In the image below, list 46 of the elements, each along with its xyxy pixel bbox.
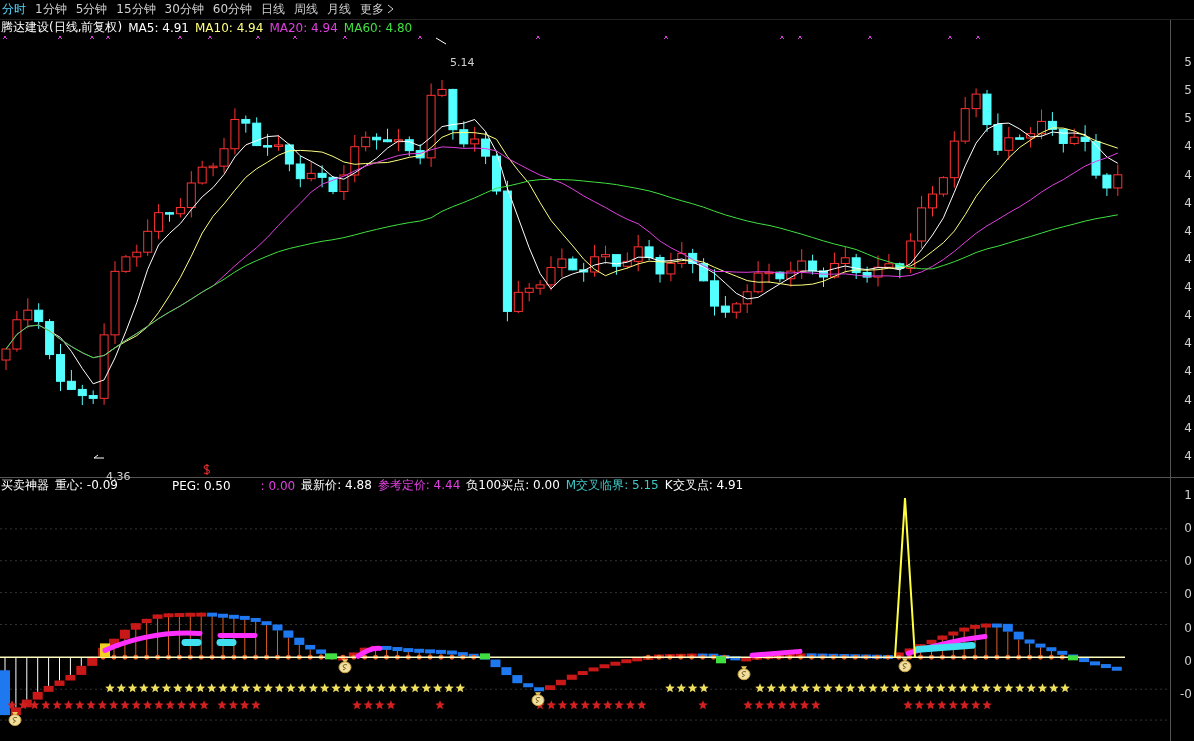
moving-average-value: MA10: 4.94 (194, 20, 264, 35)
indicator-value: 最新价: 4.88 (301, 477, 372, 495)
axis-label: 4 (1184, 392, 1193, 407)
indicator-value: PEG: 0.50 (171, 478, 231, 493)
axis-label: 4 (1184, 223, 1193, 238)
axis-label: 4 (1184, 167, 1193, 182)
period-tab[interactable]: 30分钟 (164, 0, 204, 18)
moving-average-value: MA60: 4.80 (343, 20, 413, 35)
axis-label: 4 (1184, 195, 1193, 210)
indicator-name: 买卖神器 (1, 477, 49, 495)
period-tab[interactable]: 周线 (294, 0, 319, 18)
axis-label: 4 (1184, 336, 1193, 351)
axis-label: 4 (1184, 308, 1193, 323)
more-menu[interactable]: 更多 (360, 0, 395, 18)
period-tab[interactable]: 日线 (261, 0, 286, 18)
axis-label: 5 (1184, 111, 1193, 126)
axis-label: 5 (1184, 54, 1193, 69)
axis-label: 0 (1184, 554, 1193, 569)
period-tab[interactable]: 分时 (2, 0, 26, 18)
axis-label: 1 (1184, 487, 1193, 502)
axis-label: 4 (1184, 448, 1193, 463)
moving-average-value: MA5: 4.91 (128, 20, 189, 35)
axis-label: 4 (1184, 280, 1193, 295)
high-price-label: 5.14 (450, 55, 475, 69)
period-tab[interactable]: 15分钟 (116, 0, 156, 18)
axis-label: 4 (1184, 364, 1193, 379)
axis-label: 0 (1184, 653, 1193, 668)
indicator-value: : 0.00 (260, 478, 296, 493)
axis-label: 0 (1184, 587, 1193, 602)
axis-label: 4 (1184, 139, 1193, 154)
moving-average-value: MA20: 4.94 (269, 20, 338, 35)
period-tab[interactable]: 1分钟 (35, 0, 67, 18)
axis-label: 0 (1184, 620, 1193, 635)
axis-label: 4 (1184, 251, 1193, 266)
axis-label: 5 (1184, 83, 1193, 98)
stock-title: 腾达建设(日线,前复权) (1, 19, 123, 37)
indicator-value: 参考定价: 4.44 (377, 477, 461, 495)
axis-label: 4 (1184, 420, 1193, 435)
indicator-value: 负100买点: 0.00 (466, 477, 560, 495)
indicator-value: K交叉点: 4.91 (664, 477, 744, 495)
period-tab[interactable]: 月线 (327, 0, 352, 18)
period-tab[interactable]: 5分钟 (75, 0, 108, 18)
indicator-value: M交叉临界: 5.15 (565, 477, 659, 495)
axis-label: 0 (1184, 521, 1193, 536)
period-tab[interactable]: 60分钟 (212, 0, 253, 18)
axis-label: -0 (1180, 686, 1193, 701)
